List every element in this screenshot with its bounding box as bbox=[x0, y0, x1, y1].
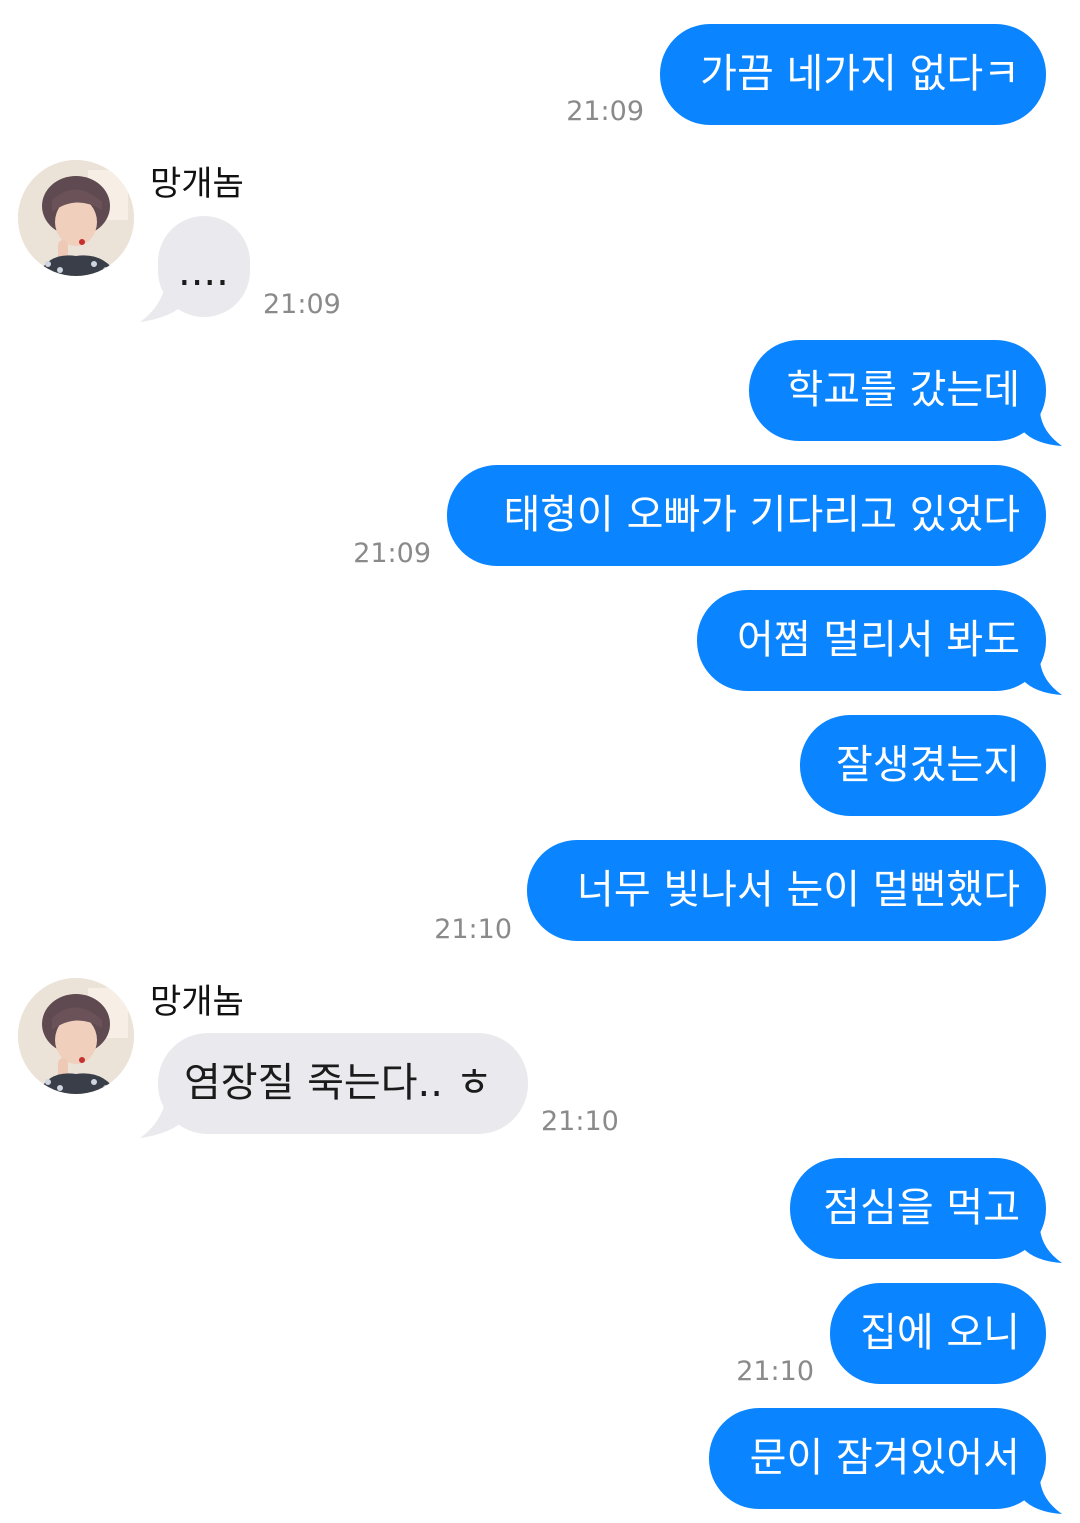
bubble-tail-icon bbox=[1022, 661, 1062, 695]
outgoing-message-bubble[interactable]: 어쩜 멀리서 봐도 bbox=[697, 590, 1046, 691]
outgoing-message-bubble[interactable]: 학교를 갔는데 bbox=[749, 340, 1046, 441]
contact-avatar[interactable] bbox=[18, 978, 134, 1094]
outgoing-message-bubble[interactable]: 태형이 오빠가 기다리고 있었다 bbox=[447, 465, 1046, 566]
outgoing-message-bubble[interactable]: 너무 빛나서 눈이 멀뻔했다 bbox=[527, 840, 1046, 941]
outgoing-message-bubble[interactable]: 집에 오니 bbox=[830, 1283, 1046, 1384]
outgoing-message-bubble[interactable]: 잘생겼는지 bbox=[800, 715, 1046, 816]
outgoing-message-bubble[interactable]: 문이 잠겨있어서 bbox=[709, 1408, 1046, 1509]
outgoing-message-bubble[interactable]: 가끔 네가지 없다ㅋ bbox=[660, 24, 1046, 125]
sender-name: 망개놈 bbox=[150, 982, 244, 1022]
outgoing-message-bubble[interactable]: 점심을 먹고 bbox=[790, 1158, 1046, 1259]
message-timestamp: 21:10 bbox=[736, 1356, 814, 1387]
message-timestamp: 21:10 bbox=[434, 914, 512, 945]
message-timestamp: 21:09 bbox=[263, 289, 341, 320]
incoming-message-bubble[interactable]: 염장질 죽는다.. ㅎ bbox=[158, 1033, 528, 1134]
message-timestamp: 21:10 bbox=[541, 1106, 619, 1137]
profile-photo-icon bbox=[18, 978, 134, 1094]
bubble-tail-icon bbox=[1022, 1480, 1062, 1514]
incoming-message-bubble[interactable]: .... bbox=[158, 216, 250, 317]
profile-photo-icon bbox=[18, 160, 134, 276]
bubble-tail-icon bbox=[1022, 412, 1062, 446]
chat-thread: 가끔 네가지 없다ㅋ 21:09 망개놈 .... 21:09 학교를 갔는데 … bbox=[0, 0, 1080, 1523]
bubble-tail-icon bbox=[1022, 1229, 1062, 1263]
contact-avatar[interactable] bbox=[18, 160, 134, 276]
message-timestamp: 21:09 bbox=[353, 538, 431, 569]
message-timestamp: 21:09 bbox=[566, 96, 644, 127]
sender-name: 망개놈 bbox=[150, 164, 244, 204]
